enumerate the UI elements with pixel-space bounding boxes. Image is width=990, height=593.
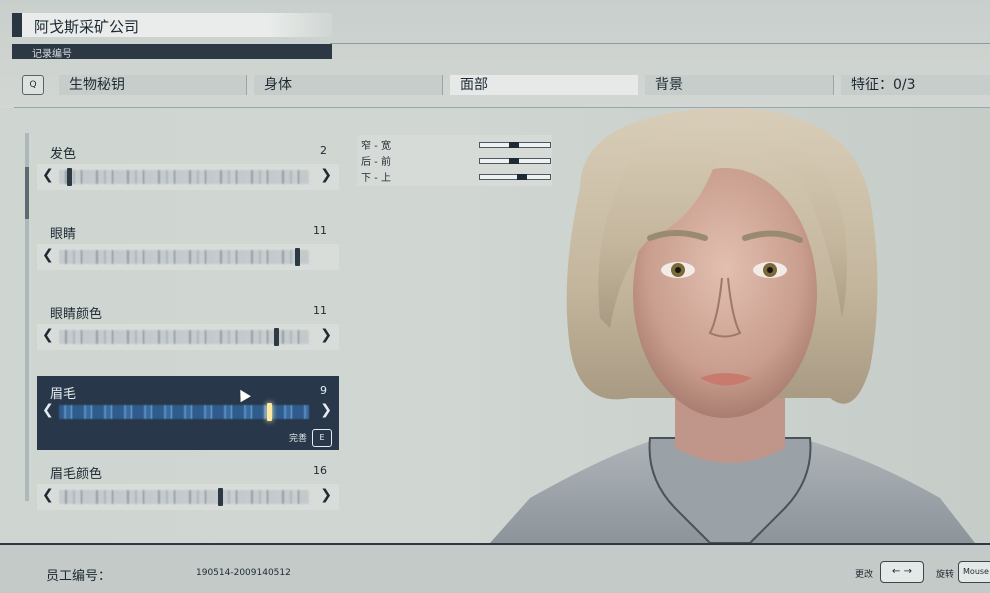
swatch-strip[interactable] (59, 490, 309, 504)
slider-label: 发色 (50, 147, 77, 162)
chevron-right-icon[interactable]: ❯ (320, 402, 332, 418)
slider-value: 2 (320, 144, 327, 157)
chevron-left-icon[interactable]: ❮ (42, 487, 54, 503)
chevron-right-icon[interactable]: ❯ (320, 487, 332, 503)
slider-knob[interactable] (295, 248, 300, 266)
chevron-left-icon[interactable]: ❮ (42, 327, 54, 343)
slider-eyebrows[interactable]: 眉毛 9 ❮ ❯ 完善 E (37, 376, 339, 450)
company-name: 阿戈斯采矿公司 (34, 18, 140, 36)
refine-key-button[interactable]: E (312, 429, 332, 447)
footer-bar: 员工编号： 190514-2009140512 更改 ← → 旋转 Mouse (0, 543, 990, 593)
mini-slider-label: 后 - 前 (361, 157, 391, 168)
record-number-label: 记录编号 (32, 49, 72, 60)
slider-label: 眼睛 (50, 227, 77, 242)
slider-hair-color[interactable]: 发色 2 ❮ ❯ (37, 143, 339, 190)
swatch-strip[interactable] (59, 330, 309, 344)
chevron-right-icon[interactable]: ❯ (320, 167, 332, 183)
slider-value: 16 (313, 464, 327, 477)
employee-number-value: 190514-2009140512 (196, 568, 291, 578)
header-divider (330, 43, 990, 44)
refine-label: 完善 (288, 434, 307, 444)
chevron-left-icon[interactable]: ❮ (42, 167, 54, 183)
swatch-strip[interactable] (59, 250, 309, 264)
slider-track-row[interactable]: ❮ ❯ (37, 164, 339, 190)
tab-face[interactable]: 面部 (450, 75, 638, 95)
mini-slider-label: 窄 - 宽 (361, 141, 391, 152)
character-portrait[interactable] (470, 108, 990, 543)
slider-knob[interactable] (274, 328, 279, 346)
chevron-left-icon[interactable]: ❮ (42, 402, 54, 418)
slider-knob[interactable] (218, 488, 223, 506)
slider-value: 11 (313, 304, 327, 317)
tab-background[interactable]: 背景 (645, 75, 834, 95)
slider-eyebrow-color[interactable]: 眉毛颜色 16 ❮ ❯ (37, 463, 339, 510)
slider-knob[interactable] (267, 403, 272, 421)
slider-track-row[interactable]: ❮ ❯ (37, 399, 339, 425)
employee-number-label: 员工编号： (46, 569, 112, 584)
slider-track-row[interactable]: ❮ ❯ (37, 324, 339, 350)
company-title-bar: 阿戈斯采矿公司 (12, 13, 332, 37)
slider-track-row[interactable]: ❮ ❯ (37, 484, 339, 510)
slider-track-row[interactable]: ❮ (37, 244, 339, 270)
title-accent (12, 13, 22, 37)
mini-slider-label: 下 - 上 (361, 173, 391, 184)
chevron-right-icon[interactable]: ❯ (320, 327, 332, 343)
swatch-strip[interactable] (59, 170, 309, 184)
list-scrollbar-thumb[interactable] (25, 167, 29, 219)
change-keys-button[interactable]: ← → (880, 561, 924, 583)
tab-biometric-id[interactable]: 生物秘钥 (59, 75, 247, 95)
rotate-hint-label: 旋转 (936, 570, 955, 580)
change-hint-label: 更改 (855, 570, 874, 580)
rotate-mouse-button[interactable]: Mouse (958, 561, 990, 583)
slider-label: 眉毛颜色 (50, 467, 103, 482)
tab-traits[interactable]: 特征：0/3 (841, 75, 990, 95)
record-number-bar: 记录编号 (12, 44, 332, 60)
slider-eyes[interactable]: 眼睛 11 ❮ (37, 223, 339, 270)
slider-knob[interactable] (67, 168, 72, 186)
slider-value: 9 (320, 384, 327, 397)
slider-value: 11 (313, 224, 327, 237)
slider-label: 眼睛颜色 (50, 307, 103, 322)
chevron-left-icon[interactable]: ❮ (42, 247, 54, 263)
slider-eye-color[interactable]: 眼睛颜色 11 ❮ ❯ (37, 303, 339, 350)
prev-tab-key-hint[interactable]: Q (22, 75, 44, 95)
tab-body[interactable]: 身体 (254, 75, 443, 95)
